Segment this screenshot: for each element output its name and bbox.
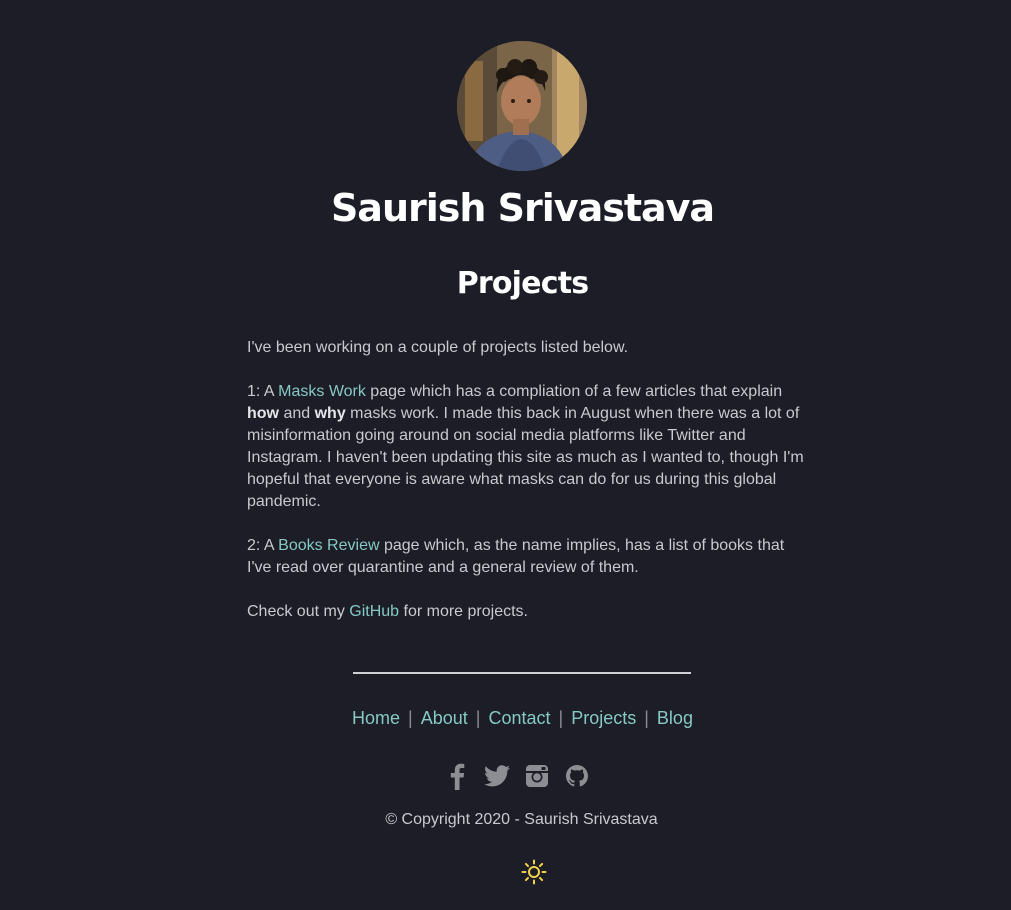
nav-about-link[interactable]: About [421,708,468,728]
project-1-text-a: page which has a compliation of a few ar… [365,383,783,400]
books-review-link[interactable]: Books Review [278,537,379,554]
profile-photo [457,41,587,171]
github-prefix: Check out my [247,603,350,620]
nav-separator: | [558,708,564,728]
nav-separator: | [408,708,413,728]
project-1-paragraph: 1: A Masks Work page which has a complia… [247,381,807,513]
bold-how: how [247,405,279,422]
nav-home-link[interactable]: Home [352,708,400,728]
instagram-icon[interactable] [524,761,550,791]
facebook-icon[interactable] [444,761,470,791]
project-2-paragraph: 2: A Books Review page which, as the nam… [247,535,807,579]
site-title: Saurish Srivastava [330,186,715,230]
twitter-icon[interactable] [483,761,510,791]
nav-contact-link[interactable]: Contact [488,708,550,728]
page-title: Projects [456,266,589,301]
nav-separator: | [475,708,481,728]
social-links [0,761,1011,791]
footer-nav: Home | About | Contact | Projects | Blog [0,708,1011,729]
github-icon[interactable] [564,761,590,791]
copyright-text: © Copyright 2020 - Saurish Srivastava [385,811,658,828]
theme-toggle-button[interactable] [521,859,547,885]
nav-projects-link[interactable]: Projects [571,708,636,728]
avatar [457,41,587,171]
github-paragraph: Check out my GitHub for more projects. [247,601,807,623]
bold-why: why [314,405,346,422]
footer-divider [353,672,691,674]
project-1-text-b: and [279,405,315,422]
intro-paragraph: I've been working on a couple of project… [247,339,629,356]
masks-work-link[interactable]: Masks Work [278,383,366,400]
project-1-prefix: 1: A [247,383,279,400]
sun-icon [521,859,547,885]
github-link[interactable]: GitHub [349,603,399,620]
nav-blog-link[interactable]: Blog [657,708,693,728]
projects-content: I've been working on a couple of project… [247,337,807,645]
project-2-prefix: 2: A [247,537,279,554]
nav-separator: | [644,708,649,728]
github-suffix: for more projects. [399,603,529,620]
